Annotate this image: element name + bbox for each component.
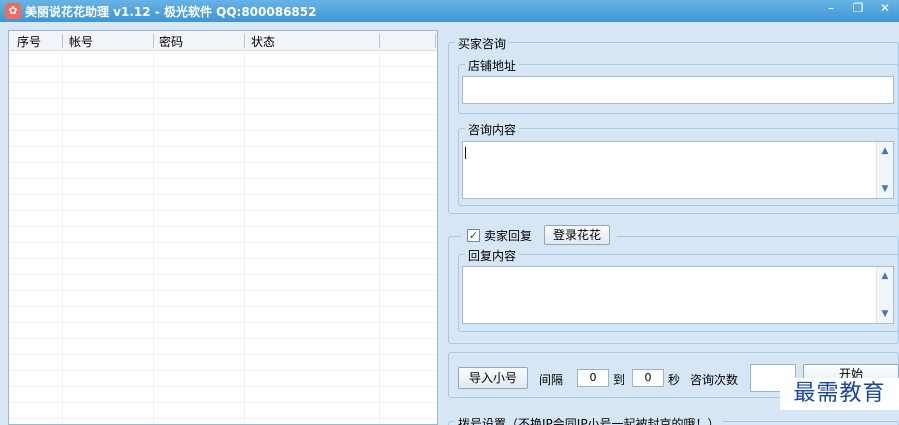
- column-header-password[interactable]: 密码: [159, 33, 183, 50]
- column-separator[interactable]: [435, 34, 436, 48]
- reply-content-label: 回复内容: [465, 247, 520, 264]
- shop-address-input[interactable]: [462, 76, 894, 104]
- column-gridline: [379, 51, 380, 424]
- table-body[interactable]: [9, 51, 437, 424]
- dial-settings-title: 拨号设置（不换IP会同IP小号一起被封京的哦！）: [455, 415, 723, 425]
- minimize-button[interactable]: –: [818, 0, 844, 18]
- inquiry-content-textarea[interactable]: ▲ ▼: [462, 141, 894, 199]
- import-accounts-button[interactable]: 导入小号: [458, 367, 528, 389]
- reply-scrollbar[interactable]: ▲ ▼: [876, 267, 893, 323]
- column-separator[interactable]: [153, 34, 154, 48]
- login-huahua-button[interactable]: 登录花花: [544, 225, 610, 245]
- to-label: 到: [613, 373, 626, 387]
- title-bar: ✿ 美丽说花花助理 v1.12 - 极光软件 QQ:800086852 – ❐ …: [0, 0, 899, 22]
- scroll-down-arrow-icon[interactable]: ▼: [879, 308, 891, 320]
- scroll-up-arrow-icon[interactable]: ▲: [879, 145, 891, 157]
- column-gridline: [244, 51, 245, 424]
- column-header-status[interactable]: 状态: [251, 33, 275, 50]
- column-header-account[interactable]: 帐号: [69, 33, 93, 50]
- seller-reply-label[interactable]: 卖家回复: [484, 227, 532, 244]
- text-caret: [465, 147, 466, 159]
- scroll-up-arrow-icon[interactable]: ▲: [879, 270, 891, 282]
- column-header-index[interactable]: 序号: [17, 33, 41, 50]
- dial-settings-group: 拨号设置（不换IP会同IP小号一起被封京的哦！）: [448, 415, 899, 425]
- inquiry-count-label: 咨询次数: [690, 373, 739, 387]
- reply-content-textarea[interactable]: ▲ ▼: [462, 266, 894, 324]
- app-flower-icon: ✿: [5, 3, 21, 19]
- shop-address-label: 店铺地址: [465, 57, 520, 74]
- column-gridline: [62, 51, 63, 424]
- watermark-logo: 最需教育: [780, 378, 899, 410]
- table-header: 序号 帐号 密码 状态: [9, 31, 437, 51]
- interval-from-input[interactable]: 0: [577, 369, 609, 387]
- interval-to-input[interactable]: 0: [632, 369, 664, 387]
- column-gridline: [153, 51, 154, 424]
- inquiry-scrollbar[interactable]: ▲ ▼: [876, 142, 893, 198]
- restore-button[interactable]: ❐: [845, 0, 871, 18]
- column-separator[interactable]: [379, 34, 380, 48]
- scroll-down-arrow-icon[interactable]: ▼: [879, 183, 891, 195]
- seconds-label: 秒: [668, 373, 681, 387]
- seller-reply-checkbox[interactable]: ✓: [467, 229, 480, 242]
- close-button[interactable]: ✕: [872, 0, 898, 18]
- interval-label: 间隔: [539, 373, 564, 387]
- window-title: 美丽说花花助理 v1.12 - 极光软件 QQ:800086852: [25, 5, 317, 19]
- column-separator[interactable]: [62, 34, 63, 48]
- buyer-inquiry-title: 买家咨询: [455, 35, 510, 52]
- column-separator[interactable]: [244, 34, 245, 48]
- inquiry-content-label: 咨询内容: [465, 121, 520, 138]
- account-table[interactable]: 序号 帐号 密码 状态: [8, 30, 438, 425]
